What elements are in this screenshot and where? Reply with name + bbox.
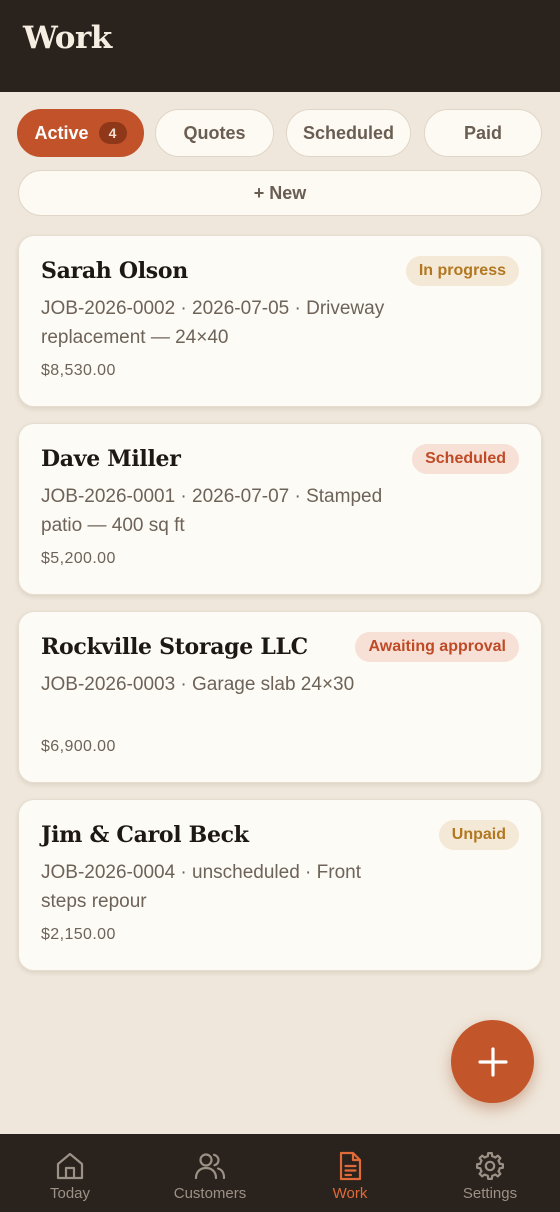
app-header: Work (0, 0, 560, 92)
filter-tabs: Active 4 Quotes Scheduled Paid (17, 109, 543, 159)
tab-count-badge: 4 (98, 122, 127, 144)
status-badge: Scheduled (412, 444, 519, 474)
gear-icon (476, 1152, 504, 1180)
page-title: Work (23, 20, 112, 56)
bottom-nav: Today Customers Work Settings (0, 1134, 560, 1212)
tab-paid[interactable]: Paid (424, 109, 542, 157)
status-badge: Awaiting approval (355, 632, 519, 662)
nav-label: Settings (462, 1185, 518, 1202)
customer-name: Rockville Storage LLC (41, 634, 308, 660)
tab-scheduled[interactable]: Scheduled (286, 109, 411, 157)
job-card[interactable]: Dave Miller Scheduled JOB-2026-0001 · 20… (18, 423, 542, 595)
tab-quotes[interactable]: Quotes (155, 109, 274, 157)
users-icon (194, 1153, 226, 1180)
job-details: JOB-2026-0004 · unscheduled · Front step… (41, 862, 362, 912)
plus-icon (477, 1046, 508, 1077)
job-card[interactable]: Jim & Carol Beck Unpaid JOB-2026-0004 · … (18, 799, 542, 971)
job-amount: $6,900.00 (41, 738, 116, 755)
job-card[interactable]: Sarah Olson In progress JOB-2026-0002 · … (18, 235, 542, 407)
nav-item-work[interactable]: Work (280, 1134, 420, 1212)
home-icon (56, 1152, 84, 1180)
nav-label: Work (332, 1185, 368, 1202)
tab-label: Paid (463, 122, 502, 143)
job-amount: $2,150.00 (41, 926, 116, 943)
customer-name: Jim & Carol Beck (41, 822, 249, 848)
tab-label: Scheduled (302, 122, 395, 143)
add-job-button[interactable] (451, 1020, 534, 1103)
nav-item-settings[interactable]: Settings (420, 1134, 560, 1212)
job-details: JOB-2026-0001 · 2026-07-07 · Stamped pat… (41, 486, 383, 536)
nav-label: Customers (173, 1185, 247, 1202)
nav-label: Today (49, 1185, 91, 1202)
job-amount: $8,530.00 (41, 362, 116, 379)
job-card[interactable]: Rockville Storage LLC Awaiting approval … (18, 611, 542, 783)
new-job-button[interactable]: + New (18, 170, 542, 216)
status-badge: Unpaid (438, 820, 519, 850)
status-badge: In progress (405, 256, 519, 286)
job-details: JOB-2026-0003 · Garage slab 24×30 (41, 674, 355, 695)
nav-item-today[interactable]: Today (0, 1134, 140, 1212)
tab-label: Quotes (183, 122, 246, 143)
customer-name: Dave Miller (41, 446, 181, 472)
customer-name: Sarah Olson (41, 258, 188, 284)
job-details: JOB-2026-0002 · 2026-07-05 · Driveway re… (41, 298, 385, 348)
tab-label: Active (34, 122, 89, 143)
nav-item-customers[interactable]: Customers (140, 1134, 280, 1212)
job-amount: $5,200.00 (41, 550, 116, 567)
tab-active[interactable]: Active 4 (17, 109, 144, 157)
document-icon (339, 1151, 362, 1181)
